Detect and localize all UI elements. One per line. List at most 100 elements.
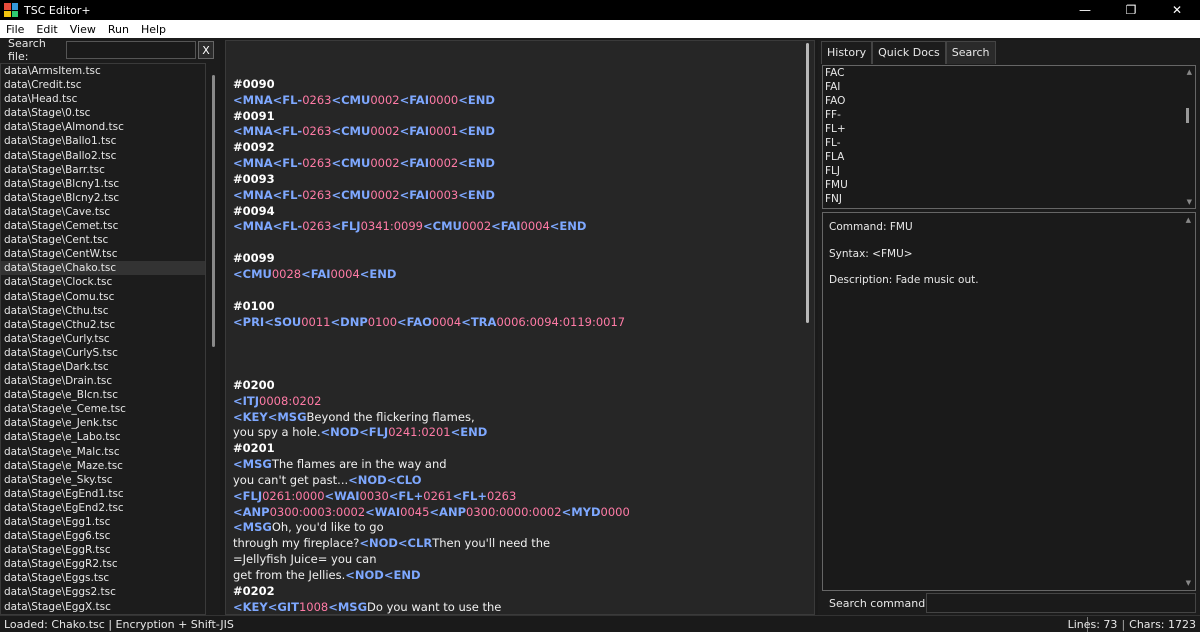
search-file-input[interactable] — [66, 41, 196, 59]
file-item[interactable]: data\Stage\Ballo1.tsc — [1, 134, 205, 148]
code-line[interactable]: #0201 — [233, 441, 630, 457]
file-item[interactable]: data\Stage\CurlyS.tsc — [1, 346, 205, 360]
code-line[interactable]: <MNA<FL-0263<CMU0002<FAI0000<END — [233, 93, 630, 109]
menu-file[interactable]: File — [0, 23, 30, 36]
file-item[interactable]: data\Stage\e_Jenk.tsc — [1, 416, 205, 430]
editor-scrollbar[interactable] — [802, 41, 814, 614]
code-line[interactable]: <CMU0028<FAI0004<END — [233, 267, 630, 283]
command-list-scroll-thumb[interactable] — [1186, 108, 1189, 123]
file-item[interactable]: data\Stage\Comu.tsc — [1, 290, 205, 304]
file-item[interactable]: data\Stage\Dark.tsc — [1, 360, 205, 374]
file-item[interactable]: data\Stage\EggX.tsc — [1, 600, 205, 614]
code-line[interactable] — [233, 330, 630, 346]
docs-scroll-down-icon[interactable]: ▼ — [1186, 579, 1191, 587]
command-item[interactable]: FMU — [823, 178, 1195, 192]
file-item[interactable]: data\Stage\Almond.tsc — [1, 120, 205, 134]
file-item[interactable]: data\Stage\e_Blcn.tsc — [1, 388, 205, 402]
editor-scroll-thumb[interactable] — [806, 43, 809, 323]
file-item[interactable]: data\Stage\e_Sky.tsc — [1, 473, 205, 487]
command-item[interactable]: FL+ — [823, 122, 1195, 136]
docs-scroll-up-icon[interactable]: ▲ — [1186, 216, 1191, 224]
code-line[interactable]: #0094 — [233, 204, 630, 220]
code-line[interactable] — [233, 346, 630, 362]
scroll-up-icon[interactable]: ▲ — [1187, 68, 1192, 76]
close-button[interactable]: ✕ — [1154, 0, 1200, 20]
code-line[interactable]: <FLJ0261:0000<WAI0030<FL+0261<FL+0263 — [233, 489, 630, 505]
minimize-button[interactable]: — — [1062, 0, 1108, 20]
code-line[interactable]: <MNA<FL-0263<FLJ0341:0099<CMU0002<FAI000… — [233, 219, 630, 235]
code-line[interactable] — [233, 61, 630, 77]
code-editor[interactable]: #0090 <MNA<FL-0263<CMU0002<FAI0000<END #00… — [225, 40, 815, 615]
code-line[interactable]: <ANP0300:0003:0002<WAI0045<ANP0300:0000:… — [233, 505, 630, 521]
code-line[interactable] — [233, 362, 630, 378]
file-item[interactable]: data\ArmsItem.tsc — [1, 64, 205, 78]
command-item[interactable]: FLA — [823, 150, 1195, 164]
code-line[interactable]: #0099 — [233, 251, 630, 267]
file-list-scrollbar[interactable] — [207, 63, 220, 615]
file-item[interactable]: data\Stage\e_Malc.tsc — [1, 445, 205, 459]
file-item[interactable]: data\Stage\EggR2.tsc — [1, 557, 205, 571]
search-command-input[interactable] — [926, 593, 1196, 613]
command-item[interactable]: FLJ — [823, 164, 1195, 178]
file-item[interactable]: data\Stage\Cave.tsc — [1, 205, 205, 219]
file-item[interactable]: data\Stage\Cent.tsc — [1, 233, 205, 247]
menu-edit[interactable]: Edit — [30, 23, 63, 36]
file-item[interactable]: data\Stage\Eggs2.tsc — [1, 585, 205, 599]
code-line[interactable]: <MSGOh, you'd like to go — [233, 520, 630, 536]
command-item[interactable]: FNJ — [823, 192, 1195, 206]
code-line[interactable]: <MSGThe flames are in the way and — [233, 457, 630, 473]
menu-help[interactable]: Help — [135, 23, 172, 36]
clear-search-button[interactable]: X — [198, 41, 214, 59]
code-line[interactable]: #0091 — [233, 109, 630, 125]
code-line[interactable]: #0090 — [233, 77, 630, 93]
scroll-down-icon[interactable]: ▼ — [1187, 198, 1192, 206]
code-line[interactable]: #0092 — [233, 140, 630, 156]
file-item[interactable]: data\Stage\Cthu2.tsc — [1, 318, 205, 332]
file-item[interactable]: data\Stage\e_Labo.tsc — [1, 430, 205, 444]
command-item[interactable]: FF- — [823, 108, 1195, 122]
file-item[interactable]: data\Stage\Clock.tsc — [1, 275, 205, 289]
file-item[interactable]: data\Stage\EgEnd2.tsc — [1, 501, 205, 515]
file-item[interactable]: data\Stage\EggR.tsc — [1, 543, 205, 557]
file-item[interactable]: data\Stage\Blcny1.tsc — [1, 177, 205, 191]
code-line[interactable]: through my fireplace?<NOD<CLRThen you'll… — [233, 536, 630, 552]
command-item[interactable]: FAI — [823, 80, 1195, 94]
file-item[interactable]: data\Stage\Drain.tsc — [1, 374, 205, 388]
code-line[interactable]: you can't get past...<NOD<CLO — [233, 473, 630, 489]
tab-search[interactable]: Search — [945, 41, 996, 64]
file-item[interactable]: data\Stage\Blcny2.tsc — [1, 191, 205, 205]
command-item[interactable]: FL- — [823, 136, 1195, 150]
file-item[interactable]: data\Stage\Cthu.tsc — [1, 304, 205, 318]
file-item[interactable]: data\Stage\CentW.tsc — [1, 247, 205, 261]
code-line[interactable]: <MNA<FL-0263<CMU0002<FAI0001<END — [233, 124, 630, 140]
file-item[interactable]: data\Stage\Ballo2.tsc — [1, 149, 205, 163]
file-item[interactable]: data\Stage\Chako.tsc — [1, 261, 205, 276]
file-item[interactable]: data\Stage\e_Maze.tsc — [1, 459, 205, 473]
file-item[interactable]: data\Stage\0.tsc — [1, 106, 205, 120]
command-item[interactable]: FAC — [823, 66, 1195, 80]
code-line[interactable]: #0202 — [233, 584, 630, 600]
code-line[interactable]: <PRI<SOU0011<DNP0100<FAO0004<TRA0006:009… — [233, 315, 630, 331]
file-item[interactable]: data\Head.tsc — [1, 92, 205, 106]
code-line[interactable]: you spy a hole.<NOD<FLJ0241:0201<END — [233, 425, 630, 441]
code-line[interactable]: #0200 — [233, 378, 630, 394]
file-item[interactable]: data\Stage\Curly.tsc — [1, 332, 205, 346]
code-line[interactable] — [233, 283, 630, 299]
command-item[interactable]: FAO — [823, 94, 1195, 108]
file-item[interactable]: data\Credit.tsc — [1, 78, 205, 92]
code-line[interactable]: <KEY<MSGBeyond the flickering flames, — [233, 410, 630, 426]
code-line[interactable]: #0093 — [233, 172, 630, 188]
file-item[interactable]: data\Stage\EgEnd1.tsc — [1, 487, 205, 501]
tab-history[interactable]: History — [821, 41, 873, 64]
code-line[interactable]: =Jellyfish Juice= you can — [233, 552, 630, 568]
code-content[interactable]: #0090 <MNA<FL-0263<CMU0002<FAI0000<END #00… — [233, 61, 630, 614]
file-item[interactable]: data\Stage\Egg6.tsc — [1, 529, 205, 543]
file-item[interactable]: data\Stage\Cemet.tsc — [1, 219, 205, 233]
menu-view[interactable]: View — [64, 23, 102, 36]
code-line[interactable]: <MNA<FL-0263<CMU0002<FAI0003<END — [233, 188, 630, 204]
file-item[interactable]: data\Stage\Eggs.tsc — [1, 571, 205, 585]
code-line[interactable]: get from the Jellies.<NOD<END — [233, 568, 630, 584]
file-list-scroll-thumb[interactable] — [212, 75, 215, 347]
menu-run[interactable]: Run — [102, 23, 135, 36]
tab-quick-docs[interactable]: Quick Docs — [872, 41, 946, 64]
